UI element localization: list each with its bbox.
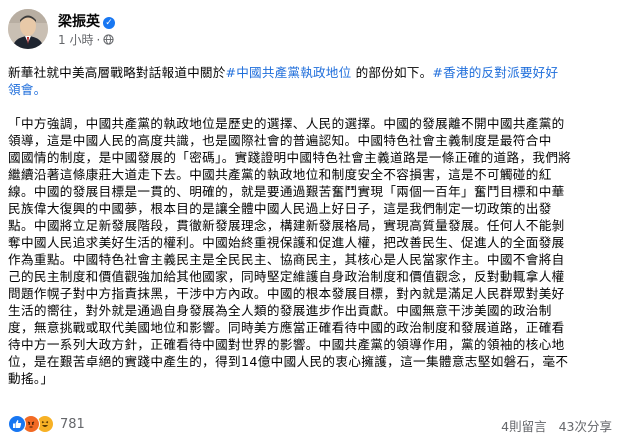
- post-meta: 1 小時 ·: [58, 31, 114, 48]
- quote-line: 己的民主制度和價值觀強加給其他國家，同時堅定維護自身政治制度和價值觀念，反對動輒…: [8, 269, 565, 284]
- quote-line: 點。中國將立足新發展階段，貫徹新發展理念，構建新發展格局，實現高質量發展。任何人…: [8, 218, 565, 233]
- angry-face-glyph: [27, 421, 35, 428]
- laughing-face-glyph: [41, 421, 49, 427]
- verified-badge-icon: ✓: [103, 17, 115, 29]
- intro-prefix: 新華社就中美高層戰略對話報道中關於: [8, 65, 226, 80]
- quote-line: 國國情的制度，是中國發展的「密碼」。實踐證明中國特色社會主義道路是一條正確的道路…: [8, 150, 572, 165]
- quote-line: 問題作幌子對中方指責抹黑，干涉中方內政。中國的根本發展目標，對內就是滿足人民群眾…: [8, 286, 565, 301]
- hashtag-link-cpc[interactable]: #中國共產黨執政地位: [226, 65, 352, 80]
- quote-line: 領導，這是中國人民的高度共識，也是國際社會的普遍認知。中國特色社會主義制度是最符…: [8, 133, 552, 148]
- author-name-text[interactable]: 梁振英: [58, 14, 100, 30]
- quote-line: 線。中國的發展目標是一貫的、明確的，就是要通過艱苦奮鬥實現「兩個一百年」奮鬥目標…: [8, 184, 565, 199]
- quote-line: 動搖。」: [8, 371, 54, 386]
- facebook-post: 梁振英 ✓ 1 小時 · 新華社就中美高層戰略對話報道中關於#中國共產黨執政地位 的…: [0, 0, 624, 442]
- post-quote: 「中方強調，中國共產黨的執政地位是歷史的選擇、人民的選擇。中國的發展離不開中國共…: [8, 115, 608, 387]
- quote-line: 「中方強調，中國共產黨的執政地位是歷史的選擇、人民的選擇。中國的發展離不開中國共…: [8, 116, 565, 131]
- post-stats: 4則留言 43次分享: [501, 416, 612, 435]
- meta-separator: ·: [96, 33, 101, 47]
- thumbs-up-glyph: [13, 420, 22, 428]
- quote-line: 位，是在艱苦卓絕的實踐中產生的，得到14億中國人民的衷心擁護，這一集體意志堅如磐…: [8, 354, 569, 369]
- reactions-summary[interactable]: 781: [8, 414, 85, 434]
- like-icon: [8, 415, 26, 433]
- quote-line: 度，無意挑戰或取代美國地位和影響。同時美方應當正確看待中國的政治制度和發展道路，…: [8, 320, 565, 335]
- quote-line: 民族偉大復興的中國夢，根本目的是讓全體中國人民過上好日子，這是我們制定一切政策的…: [8, 201, 552, 216]
- quote-line: 生活的嚮往，對外就是通過自身發展為全人類的發展進步作出貢獻。中國無意干涉美國的政…: [8, 303, 552, 318]
- quote-line: 繼續沿著這條康莊大道走下去。中國共產黨的執政地位和制度安全不容損害，這是不可觸碰…: [8, 167, 552, 182]
- avatar-photo: [8, 9, 48, 49]
- intro-middle: 的部份如下。: [351, 65, 433, 80]
- hashtag-link-opposition[interactable]: #香港的反對派要好好: [432, 65, 558, 80]
- post-footer: 781 4則留言 43次分享: [8, 414, 612, 434]
- quote-line: 奪中國人民追求美好生活的權利。中國始終重視保護和促進人權，把改善民生、促進人的全…: [8, 235, 565, 250]
- author-name[interactable]: 梁振英 ✓: [58, 11, 115, 31]
- reaction-count[interactable]: 781: [60, 417, 85, 432]
- post-timestamp[interactable]: 1 小時: [58, 33, 93, 47]
- globe-icon[interactable]: [103, 34, 114, 45]
- hashtag-link-opposition-cont[interactable]: 領會。: [8, 82, 46, 97]
- post-intro: 新華社就中美高層戰略對話報道中關於#中國共產黨執政地位 的部份如下。#香港的反對…: [8, 64, 608, 98]
- comments-count[interactable]: 4則留言: [501, 419, 546, 434]
- post-header: 梁振英 ✓ 1 小時 ·: [8, 7, 608, 51]
- avatar[interactable]: [8, 9, 48, 49]
- shares-count[interactable]: 43次分享: [559, 419, 612, 434]
- quote-line: 作為重點。中國特色社會主義民主是全民民主、協商民主，其核心是人民當家作主。中國不…: [8, 252, 565, 267]
- post-text: 新華社就中美高層戰略對話報道中關於#中國共產黨執政地位 的部份如下。#香港的反對…: [8, 64, 608, 387]
- quote-line: 待中方一系列大政方針，正確看待中國對世界的影響。中國共產黨的領導作用，黨的領袖的…: [8, 337, 565, 352]
